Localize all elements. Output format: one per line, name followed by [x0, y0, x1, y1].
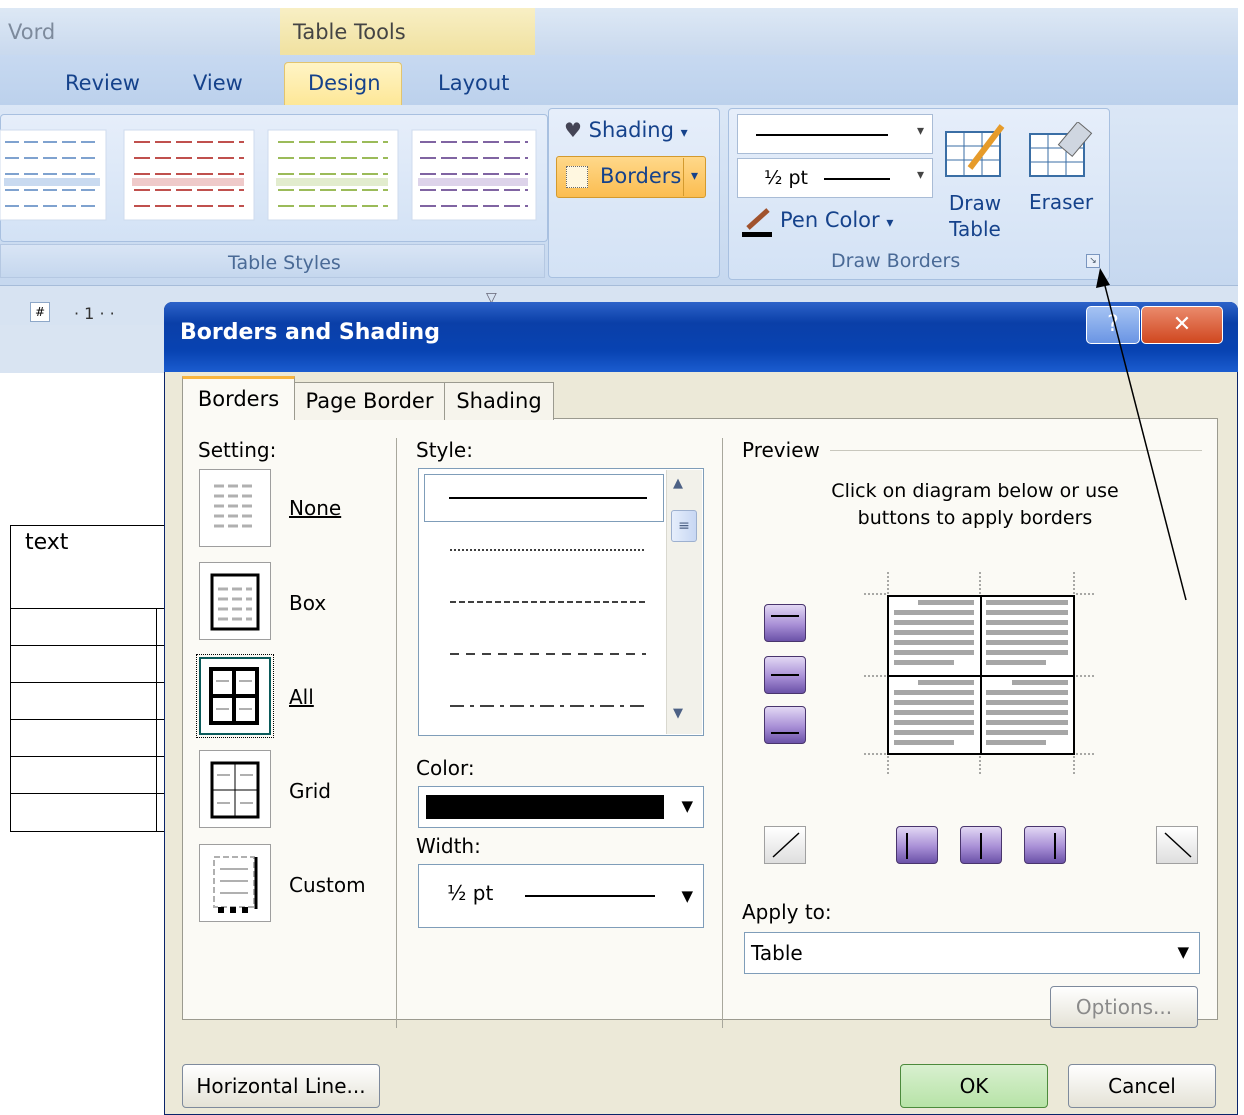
chevron-down-icon: ▼ — [681, 887, 693, 905]
line-style-dropdown[interactable]: ▾ — [737, 114, 933, 154]
left-border-button[interactable] — [896, 826, 938, 864]
color-dropdown[interactable]: ▼ — [418, 786, 704, 828]
bottom-border-button[interactable] — [764, 706, 806, 744]
style-options-list[interactable] — [430, 530, 660, 720]
table-cell-text[interactable]: text — [10, 525, 170, 609]
border-preview-diagram[interactable] — [862, 570, 1098, 776]
ok-button[interactable]: OK — [900, 1064, 1048, 1108]
diagonal-down-border-button[interactable] — [1156, 826, 1198, 864]
diagonal-up-border-button[interactable] — [764, 826, 806, 864]
setting-custom-icon[interactable] — [199, 844, 271, 922]
ribbon-title-bar — [0, 8, 1238, 55]
scroll-thumb[interactable]: ≡ — [671, 510, 697, 542]
draw-table-icon — [944, 120, 1008, 185]
tab-shading[interactable]: Shading — [444, 382, 554, 420]
line-weight-dropdown[interactable]: ½ pt ▾ — [737, 158, 933, 198]
eraser-icon — [1028, 121, 1094, 185]
table-styles-label: Table Styles — [228, 252, 341, 274]
setting-grid-option[interactable]: Grid — [289, 779, 331, 803]
scroll-down-icon[interactable]: ▼ — [673, 706, 683, 721]
document-margin-band — [0, 325, 170, 373]
borders-grid-icon — [566, 166, 588, 188]
table-style-purple — [411, 129, 537, 221]
setting-all-option[interactable]: All — [289, 685, 314, 709]
inside-horizontal-border-button[interactable] — [764, 656, 806, 694]
apply-to-label: Apply to: — [742, 900, 832, 924]
table-style-thumbnails[interactable] — [0, 128, 540, 228]
setting-box-option[interactable]: Box — [289, 591, 326, 615]
setting-box-icon[interactable] — [199, 562, 271, 640]
setting-all-icon[interactable] — [196, 654, 274, 738]
column-divider — [396, 438, 397, 1028]
tab-design[interactable]: Design — [308, 71, 381, 95]
horizontal-line-button[interactable]: Horizontal Line... — [182, 1064, 380, 1108]
annotation-arrow — [1096, 268, 1187, 601]
borders-label: Borders — [600, 164, 682, 188]
style-label: Style: — [416, 438, 473, 462]
tab-review[interactable]: Review — [65, 71, 140, 95]
pen-color-button[interactable]: Pen Color ▾ — [780, 208, 893, 232]
setting-label: Setting: — [198, 438, 277, 462]
width-label: Width: — [416, 834, 481, 858]
tab-layout[interactable]: Layout — [438, 71, 509, 95]
color-swatch — [426, 795, 664, 819]
context-tab-title: Table Tools — [293, 20, 406, 44]
chevron-down-icon: ▼ — [1177, 943, 1189, 961]
options-button[interactable]: Options... — [1050, 986, 1198, 1028]
inside-vertical-border-button[interactable] — [960, 826, 1002, 864]
document-table[interactable] — [10, 608, 170, 832]
app-title: Vord — [8, 20, 56, 44]
chevron-down-icon: ▼ — [681, 797, 693, 815]
table-move-handle-icon[interactable]: # — [30, 302, 50, 322]
right-border-button[interactable] — [1024, 826, 1066, 864]
dialog-title: Borders and Shading — [180, 320, 440, 345]
style-option-solid[interactable] — [424, 474, 664, 522]
ruler-mark: · 1 · · — [74, 304, 115, 323]
tab-borders[interactable]: Borders — [182, 376, 295, 420]
table-style-red — [123, 129, 255, 221]
apply-to-dropdown[interactable]: Table ▼ — [744, 932, 1200, 974]
style-scrollbar[interactable]: ▲ ≡ ▼ — [666, 470, 702, 734]
table-style-green — [267, 129, 399, 221]
top-border-button[interactable] — [764, 604, 806, 642]
setting-none-option[interactable]: None — [289, 496, 341, 520]
width-dropdown[interactable]: ½ pt ▼ — [418, 864, 704, 928]
color-label: Color: — [416, 756, 475, 780]
cancel-button[interactable]: Cancel — [1068, 1064, 1216, 1108]
draw-table-button[interactable]: Draw Table — [946, 190, 1004, 242]
pen-color-icon — [742, 206, 774, 238]
table-style-blue — [0, 129, 107, 221]
ribbon-tab-row — [0, 55, 1238, 105]
tab-view[interactable]: View — [193, 71, 243, 95]
shading-button[interactable]: ♥ Shading ▾ — [564, 118, 688, 142]
preview-label: Preview — [742, 438, 820, 462]
column-divider — [722, 438, 723, 1028]
draw-borders-label: Draw Borders — [831, 250, 961, 272]
tab-page-border[interactable]: Page Border — [294, 382, 445, 420]
eraser-button[interactable]: Eraser — [1029, 190, 1093, 214]
borders-dropdown-arrow[interactable]: ▾ — [683, 158, 705, 196]
scroll-up-icon[interactable]: ▲ — [673, 476, 683, 491]
setting-custom-option[interactable]: Custom — [289, 873, 366, 897]
setting-grid-icon[interactable] — [199, 750, 271, 828]
setting-none-icon[interactable] — [199, 469, 271, 547]
paint-bucket-icon: ♥ — [564, 118, 582, 142]
